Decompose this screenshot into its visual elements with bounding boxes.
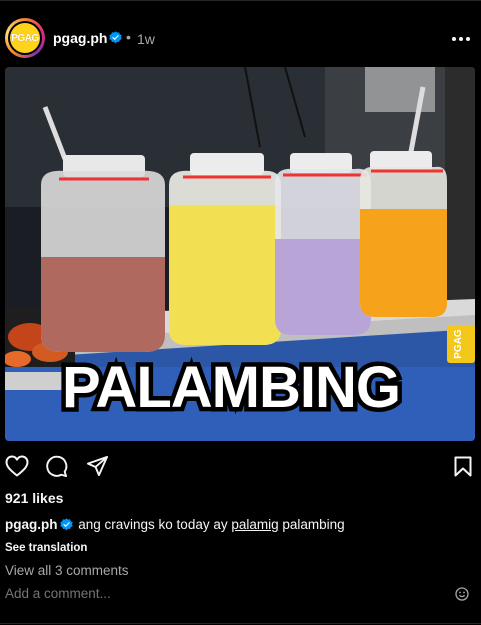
caption-text-2: palambing [278, 517, 345, 532]
time-separator: • [126, 29, 131, 45]
verified-badge-icon [59, 518, 73, 531]
post-header: PGAG pgag.ph • 1w [0, 14, 481, 62]
top-divider [0, 0, 481, 1]
post-username[interactable]: pgag.ph [53, 30, 107, 46]
more-icon[interactable] [450, 36, 472, 42]
likes-count[interactable]: 921 likes [5, 490, 63, 506]
jug-3 [275, 153, 371, 335]
see-translation-link[interactable]: See translation [5, 542, 87, 554]
caption-username[interactable]: pgag.ph [5, 517, 58, 532]
bookmark-icon[interactable] [454, 456, 472, 477]
caption-link[interactable]: palamig [231, 517, 278, 532]
bottom-divider [0, 623, 481, 624]
emoji-icon[interactable] [455, 587, 469, 601]
comment-input[interactable] [5, 586, 385, 601]
post-image[interactable]: PGAG PALAMBING [5, 67, 475, 441]
verified-badge-icon [109, 31, 122, 44]
caption-text-1: ang cravings ko today ay [74, 517, 232, 532]
view-comments-link[interactable]: View all 3 comments [5, 563, 129, 578]
comment-icon[interactable] [45, 455, 68, 478]
post-caption: pgag.ph ang cravings ko today ay palamig… [5, 517, 345, 532]
share-icon[interactable] [86, 455, 109, 477]
post-image-drawing: PGAG PALAMBING [5, 67, 475, 441]
image-overlay-text: PALAMBING [62, 355, 400, 420]
image-watermark: PGAG [453, 329, 464, 359]
heart-icon[interactable] [5, 455, 29, 477]
jug-2 [169, 153, 281, 345]
post-time[interactable]: 1w [137, 31, 155, 47]
avatar[interactable]: PGAG [5, 18, 45, 58]
avatar-logo: PGAG [10, 23, 40, 53]
